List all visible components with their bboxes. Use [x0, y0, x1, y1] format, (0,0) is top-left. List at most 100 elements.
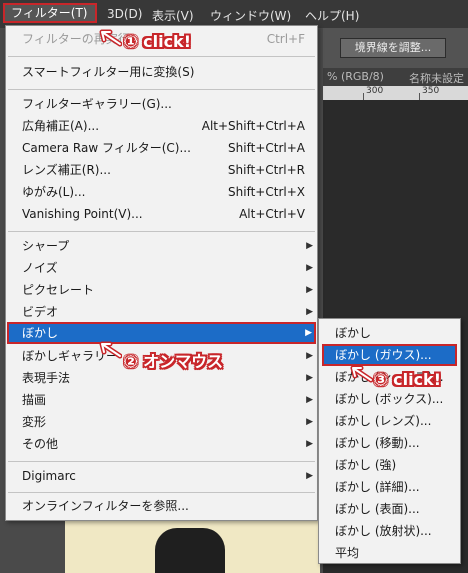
- menu-item-label: 描画: [22, 393, 47, 407]
- submenu-arrow-icon: ▶: [306, 241, 313, 251]
- menu-item-shortcut: Shift+Ctrl+R: [227, 163, 305, 177]
- menu-item-label: 表現手法: [22, 371, 71, 385]
- menu-item-shortcut: Ctrl+F: [266, 32, 305, 46]
- menu-item-shortcut: Alt+Ctrl+V: [239, 207, 305, 221]
- submenu-arrow-icon: ▶: [306, 395, 313, 405]
- ruler-tick: [363, 93, 364, 100]
- menu-divider: [8, 461, 315, 462]
- menu-item-label: レンズ補正(R)...: [22, 163, 111, 177]
- menu-3d[interactable]: 3D(D): [107, 7, 142, 21]
- submenu-arrow-icon: ▶: [306, 307, 313, 317]
- menu-item-label: スマートフィルター用に変換(S): [22, 65, 195, 79]
- submenu-arrow-icon: ▶: [306, 471, 313, 481]
- menu-item-other[interactable]: その他 ▶: [6, 434, 317, 455]
- menu-item-shortcut: Alt+Shift+Ctrl+A: [201, 119, 305, 133]
- menu-item-pixelate[interactable]: ピクセレート ▶: [6, 280, 317, 301]
- menu-item-label: フィルターギャラリー(G)...: [22, 97, 172, 111]
- menu-item-digimarc[interactable]: Digimarc ▶: [6, 466, 317, 487]
- ruler-label: 350: [422, 86, 440, 96]
- submenu-item-radial-blur[interactable]: ぼかし (放射状)...: [319, 520, 460, 542]
- submenu-item-label: ぼかし (ボックス)...: [335, 392, 444, 406]
- menu-view[interactable]: 表示(V): [152, 7, 194, 24]
- submenu-item-blur-more[interactable]: ぼかし (強): [319, 454, 460, 476]
- submenu-arrow-icon: ▶: [305, 328, 312, 338]
- arrow-icon: [99, 341, 122, 359]
- menu-item-shortcut: Shift+Ctrl+X: [228, 185, 305, 199]
- annotation-step3: ③ click!: [374, 370, 441, 389]
- menu-item-filter-gallery[interactable]: フィルターギャラリー(G)...: [6, 94, 317, 115]
- submenu-item-box-blur[interactable]: ぼかし (ボックス)...: [319, 388, 460, 410]
- document-tab-active[interactable]: % (RGB/8): [327, 70, 384, 83]
- submenu-item-label: 平均: [335, 546, 360, 560]
- ruler-tick: [419, 93, 420, 100]
- arrow-icon: [99, 29, 122, 47]
- submenu-arrow-icon: ▶: [306, 373, 313, 383]
- annotation-step2: ② オンマウス: [124, 352, 224, 371]
- submenu-item-gaussian-blur[interactable]: ぼかし (ガウス)...: [322, 344, 457, 366]
- menu-item-label: Vanishing Point(V)...: [22, 207, 143, 221]
- submenu-item-label: ぼかし (移動)...: [335, 436, 420, 450]
- menu-item-label: ビデオ: [22, 305, 59, 319]
- cat-silhouette: [155, 528, 225, 573]
- menu-item-label: その他: [22, 437, 59, 451]
- submenu-arrow-icon: ▶: [306, 351, 313, 361]
- submenu-item-average[interactable]: 平均: [319, 542, 460, 564]
- menu-filter[interactable]: フィルター(T): [3, 3, 97, 23]
- menu-item-label: シャープ: [22, 239, 70, 253]
- submenu-item-motion-blur[interactable]: ぼかし (移動)...: [319, 432, 460, 454]
- submenu-item-label: ぼかし: [335, 326, 372, 340]
- horizontal-ruler: 300 350: [323, 86, 468, 100]
- menu-item-render[interactable]: 描画 ▶: [6, 390, 317, 411]
- submenu-item-blur[interactable]: ぼかし: [319, 322, 460, 344]
- document-tab-untitled[interactable]: 名称未設定: [409, 70, 464, 86]
- annotation-step1: ① click!: [124, 32, 191, 51]
- menu-item-label: ピクセレート: [22, 283, 95, 297]
- document-tab-bar: % (RGB/8) 名称未設定: [323, 68, 468, 86]
- menu-item-label: 広角補正(A)...: [22, 119, 100, 133]
- submenu-item-label: ぼかし (レンズ)...: [335, 414, 432, 428]
- menu-divider: [8, 56, 315, 57]
- submenu-item-smart-blur[interactable]: ぼかし (詳細)...: [319, 476, 460, 498]
- menu-item-camera-raw[interactable]: Camera Raw フィルター(C)... Shift+Ctrl+A: [6, 138, 317, 159]
- ruler-label: 300: [366, 86, 384, 96]
- menu-item-liquify[interactable]: ゆがみ(L)... Shift+Ctrl+X: [6, 182, 317, 203]
- menu-item-vanishing-point[interactable]: Vanishing Point(V)... Alt+Ctrl+V: [6, 204, 317, 225]
- submenu-item-label: ぼかし (表面)...: [335, 502, 420, 516]
- menu-item-browse-filters-online[interactable]: オンラインフィルターを参照...: [6, 496, 317, 517]
- menu-item-lens-correction[interactable]: レンズ補正(R)... Shift+Ctrl+R: [6, 160, 317, 181]
- menu-divider: [8, 89, 315, 90]
- menubar: フィルター(T) 3D(D) 表示(V) ウィンドウ(W) ヘルプ(H): [0, 0, 468, 28]
- filter-dropdown-menu: フィルターの再実行 Ctrl+F スマートフィルター用に変換(S) フィルターギ…: [5, 25, 318, 521]
- submenu-item-label: ぼかし (強): [335, 458, 397, 472]
- menu-help[interactable]: ヘルプ(H): [305, 7, 359, 24]
- menu-item-shortcut: Shift+Ctrl+A: [228, 141, 305, 155]
- submenu-arrow-icon: ▶: [306, 417, 313, 427]
- menu-item-label: 変形: [22, 415, 47, 429]
- menu-item-label: ぼかし: [22, 326, 59, 340]
- submenu-arrow-icon: ▶: [306, 439, 313, 449]
- submenu-item-surface-blur[interactable]: ぼかし (表面)...: [319, 498, 460, 520]
- submenu-arrow-icon: ▶: [306, 285, 313, 295]
- blur-submenu: ぼかし ぼかし (ガウス)... ぼかし (シェイプ)... ぼかし (ボックス…: [318, 318, 461, 564]
- submenu-item-label: ぼかし (詳細)...: [335, 480, 420, 494]
- menu-item-blur[interactable]: ぼかし ▶: [7, 322, 316, 344]
- menu-item-label: オンラインフィルターを参照...: [22, 499, 189, 513]
- menu-window[interactable]: ウィンドウ(W): [210, 7, 291, 24]
- menu-item-convert-smart-filter[interactable]: スマートフィルター用に変換(S): [6, 62, 317, 83]
- menu-item-label: Camera Raw フィルター(C)...: [22, 141, 191, 155]
- refine-edge-button[interactable]: 境界線を調整...: [340, 38, 446, 58]
- menu-divider: [8, 231, 315, 232]
- menu-item-video[interactable]: ビデオ ▶: [6, 302, 317, 323]
- submenu-item-lens-blur[interactable]: ぼかし (レンズ)...: [319, 410, 460, 432]
- menu-item-adaptive-wide-angle[interactable]: 広角補正(A)... Alt+Shift+Ctrl+A: [6, 116, 317, 137]
- menu-item-distort[interactable]: 変形 ▶: [6, 412, 317, 433]
- menu-item-noise[interactable]: ノイズ ▶: [6, 258, 317, 279]
- menu-item-sharpen[interactable]: シャープ ▶: [6, 236, 317, 257]
- menu-item-label: ゆがみ(L)...: [22, 185, 86, 199]
- submenu-item-label: ぼかし (放射状)...: [335, 524, 432, 538]
- arrow-icon: [350, 365, 373, 383]
- menu-divider: [8, 492, 315, 493]
- menu-item-label: ノイズ: [22, 261, 58, 275]
- submenu-arrow-icon: ▶: [306, 263, 313, 273]
- menu-item-label: Digimarc: [22, 469, 76, 483]
